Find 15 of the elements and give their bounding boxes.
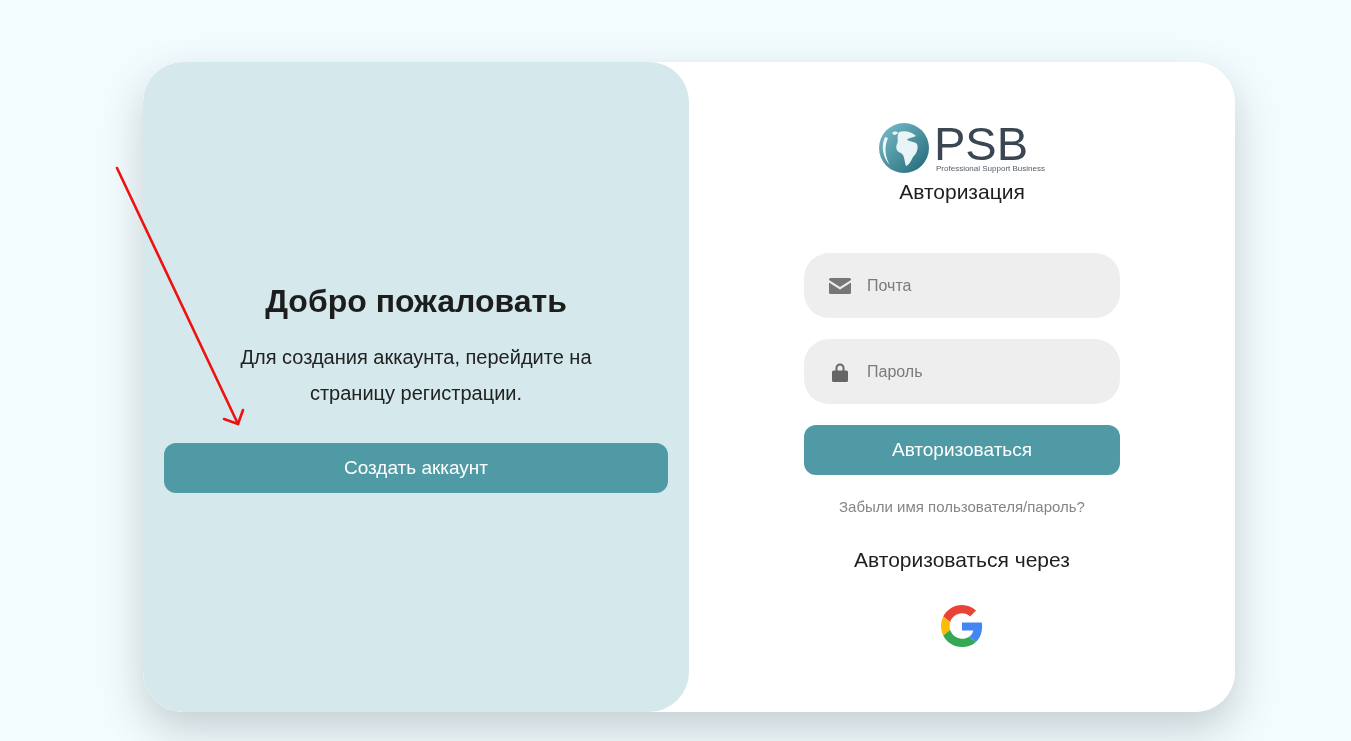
envelope-icon [829, 277, 851, 294]
forgot-password-link[interactable]: Забыли имя пользователя/пароль? [839, 497, 1085, 517]
create-account-button[interactable]: Создать аккаунт [164, 443, 668, 493]
google-icon[interactable] [941, 605, 983, 647]
social-login-heading: Авторизоваться через [854, 547, 1070, 573]
password-field[interactable]: Пароль [804, 339, 1120, 404]
email-field[interactable]: Почта [804, 253, 1120, 318]
welcome-heading: Добро пожаловать [265, 282, 567, 321]
welcome-text: Для создания аккаунта, перейдите на страницу регистрации. [239, 345, 593, 406]
lock-icon [832, 361, 848, 382]
logo-tagline: Professional Support Business [936, 163, 1045, 173]
login-title: Авторизация [899, 179, 1025, 205]
globe-icon [879, 123, 929, 173]
login-button[interactable]: Авторизоваться [804, 425, 1120, 475]
logo-text: PSB [934, 123, 1029, 164]
